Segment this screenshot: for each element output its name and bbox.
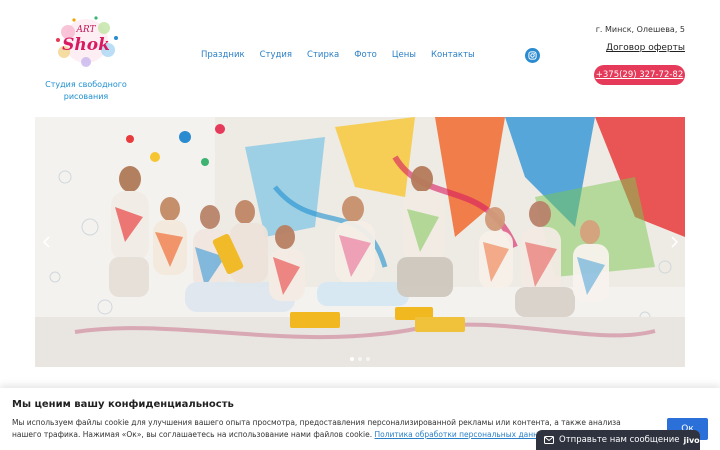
hero-photo — [35, 117, 685, 367]
jivo-logo: jivo — [683, 435, 700, 445]
chat-label: Отправьте нам сообщение — [559, 435, 680, 445]
svg-text:Shok: Shok — [62, 35, 110, 55]
nav-item-studio[interactable]: Студия — [260, 50, 292, 60]
nav-item-prazdnik[interactable]: Праздник — [201, 50, 245, 60]
slider-dot[interactable] — [358, 357, 362, 361]
address: г. Минск, Олешева, 5 — [595, 25, 685, 34]
slider-next-button[interactable] — [668, 235, 680, 249]
chat-widget[interactable]: Отправьте нам сообщение jivo — [536, 430, 700, 450]
offer-link[interactable]: Договор оферты — [606, 43, 685, 53]
slider-prev-button[interactable] — [40, 235, 52, 249]
logo[interactable]: ART Shok — [38, 10, 134, 72]
nav-item-kontakty[interactable]: Контакты — [431, 50, 475, 60]
nav-item-ceny[interactable]: Цены — [392, 50, 416, 60]
slider-dot[interactable] — [366, 357, 370, 361]
chevron-right-icon — [670, 236, 678, 248]
page: ART Shok Студия свободного рисования Пра… — [0, 0, 720, 450]
paint-splash-logo: ART Shok — [56, 16, 118, 67]
phone-button[interactable]: +375(29) 327-72-82 — [594, 65, 685, 85]
envelope-icon — [544, 436, 554, 444]
slider-dot[interactable] — [350, 357, 354, 361]
nav-item-foto[interactable]: Фото — [354, 50, 377, 60]
tagline: Студия свободного рисования — [45, 80, 127, 101]
slider-dots — [350, 357, 370, 361]
hero-slider[interactable] — [35, 117, 685, 367]
nav-item-stirka[interactable]: Стирка — [307, 50, 339, 60]
instagram-icon[interactable] — [525, 48, 540, 63]
chevron-left-icon — [42, 236, 50, 248]
svg-text:ART: ART — [75, 25, 96, 35]
cookie-title: Мы ценим вашу конфиденциальность — [12, 399, 234, 410]
privacy-policy-link[interactable]: Политика обработки персональных данных — [375, 430, 549, 439]
main-nav: Праздник Студия Стирка Фото Цены Контакт… — [201, 50, 490, 60]
